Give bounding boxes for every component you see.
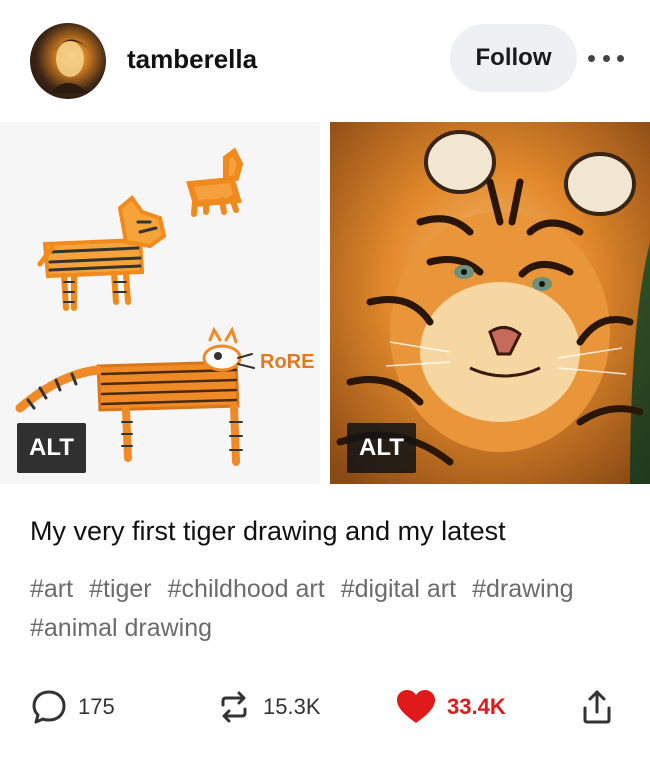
reblogs-count: 15.3K (263, 694, 321, 719)
share-icon (583, 690, 611, 724)
comment-icon (32, 690, 66, 724)
comments-count: 175 (78, 694, 115, 719)
tag-list: #art #tiger #childhood art #digital art #dra… (30, 570, 630, 648)
alt-badge[interactable]: ALT (347, 423, 416, 473)
tag[interactable]: #digital art (341, 570, 456, 609)
likes-count: 33.4K (447, 694, 506, 719)
scribble-text: RoRE (260, 351, 314, 373)
childhood-drawing-image[interactable]: RoRE ALT (0, 122, 320, 484)
post-caption: My very first tiger drawing and my lates… (30, 516, 506, 546)
alt-badge[interactable]: ALT (17, 423, 86, 473)
follow-button[interactable]: Follow (450, 24, 577, 92)
heart-icon (397, 690, 435, 723)
tag[interactable]: #drawing (472, 570, 573, 609)
reblog-icon (221, 691, 247, 723)
avatar[interactable] (30, 23, 106, 99)
post-card: tamberella Follow RoRE ALT ALT My very f… (0, 0, 650, 762)
like-button[interactable]: 33.4K (395, 678, 506, 736)
post-header: tamberella Follow (0, 0, 650, 122)
tag[interactable]: #tiger (89, 570, 152, 609)
comments-button[interactable]: 175 (30, 678, 115, 736)
username[interactable]: tamberella (127, 44, 257, 75)
tag[interactable]: #animal drawing (30, 609, 212, 648)
digital-tiger-image[interactable]: ALT (330, 122, 650, 484)
more-icon[interactable] (588, 46, 624, 70)
reblog-button[interactable]: 15.3K (215, 678, 321, 736)
tag[interactable]: #art (30, 570, 73, 609)
share-button[interactable] (580, 678, 614, 736)
tag[interactable]: #childhood art (168, 570, 325, 609)
post-footer: 175 15.3K 33.4K (0, 678, 650, 738)
